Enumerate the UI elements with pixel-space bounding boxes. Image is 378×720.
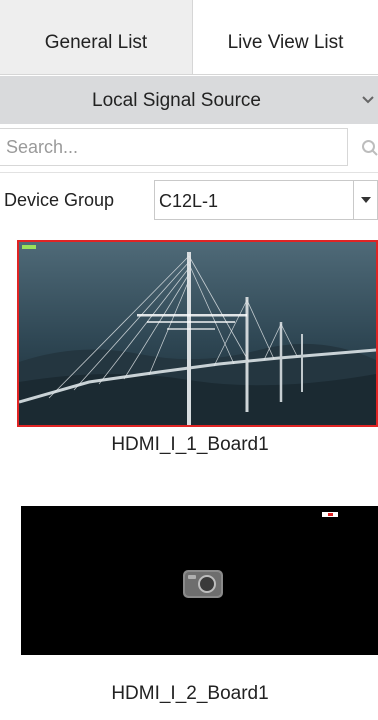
- source-name-1: HDMI_I_1_Board1: [111, 434, 269, 455]
- device-group-label: Device Group: [4, 190, 115, 210]
- list-tabs: General List Live View List: [0, 0, 378, 75]
- tab-general-list[interactable]: General List: [0, 0, 192, 74]
- device-group-row: Device Group C12L-1: [0, 176, 378, 226]
- search-icon[interactable]: [361, 139, 378, 157]
- source-thumbnail-2[interactable]: [21, 506, 378, 655]
- device-group-select[interactable]: C12L-1: [154, 180, 354, 220]
- signal-source-dropdown[interactable]: Local Signal Source: [0, 76, 378, 124]
- source-thumbnail-1[interactable]: [17, 240, 378, 427]
- chevron-down-icon: [362, 96, 374, 104]
- device-group-dropdown-button[interactable]: [354, 180, 378, 220]
- caret-down-icon: [361, 197, 371, 203]
- device-group-value: C12L-1: [159, 191, 219, 211]
- tab-live-view-list[interactable]: Live View List: [192, 0, 378, 74]
- source-name-2: HDMI_I_2_Board1: [111, 683, 269, 704]
- camera-icon: [183, 512, 338, 598]
- bridge-preview-image: [19, 242, 376, 425]
- search-input[interactable]: [0, 128, 348, 166]
- signal-source-label: Local Signal Source: [92, 90, 261, 111]
- search-bar: [0, 126, 378, 173]
